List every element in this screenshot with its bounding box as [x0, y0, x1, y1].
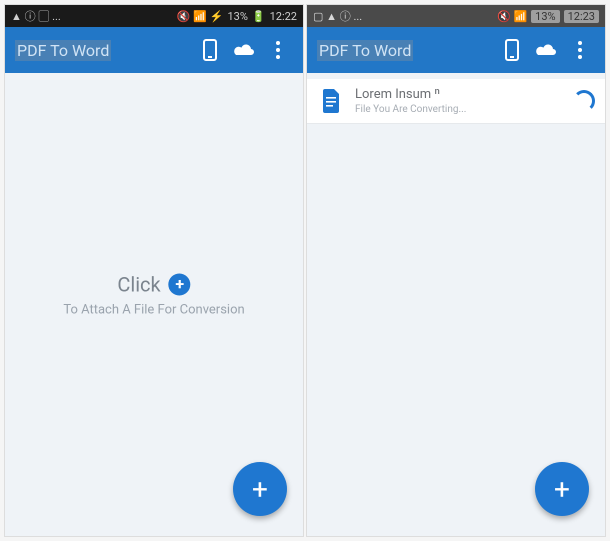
cloud-icon[interactable]	[529, 33, 563, 67]
status-battery: 13%	[227, 10, 247, 23]
more-icon[interactable]	[261, 33, 295, 67]
plus-icon: +	[252, 473, 268, 506]
file-name: Lorem Insum ⁿ	[355, 87, 565, 102]
app-bar: PDF To Word	[5, 27, 303, 73]
phone-screen-converting: ▢ ▲ ⓘ ... 🔇 📶 13% 12:23 PDF To Word	[306, 4, 606, 537]
status-right-icons: 🔇 📶	[497, 10, 527, 23]
plus-icon: +	[554, 473, 570, 506]
document-icon	[317, 87, 345, 115]
file-status: File You Are Converting...	[355, 104, 565, 115]
file-list-item[interactable]: Lorem Insum ⁿ File You Are Converting...	[307, 79, 605, 124]
plus-hint-icon: +	[169, 274, 191, 296]
status-time: 12:23	[564, 10, 599, 23]
empty-state: Click + To Attach A File For Conversion	[63, 273, 244, 318]
add-file-fab[interactable]: +	[233, 462, 287, 516]
status-left-icons: ▲ ⓘ ▢ ...	[11, 8, 61, 24]
status-bar: ▲ ⓘ ▢ ... 🔇 📶 ⚡ 13% 🔋 12:22	[5, 5, 303, 27]
device-icon[interactable]	[495, 33, 529, 67]
app-bar: PDF To Word	[307, 27, 605, 73]
app-title: PDF To Word	[15, 40, 111, 61]
status-bar: ▢ ▲ ⓘ ... 🔇 📶 13% 12:23	[307, 5, 605, 27]
empty-click-label: Click	[117, 273, 160, 297]
file-list: Lorem Insum ⁿ File You Are Converting...	[307, 73, 605, 130]
more-icon[interactable]	[563, 33, 597, 67]
loading-spinner-icon	[573, 90, 595, 112]
device-icon[interactable]	[193, 33, 227, 67]
empty-subtitle: To Attach A File For Conversion	[63, 303, 244, 318]
status-time: 12:22	[270, 10, 297, 23]
content-area: Lorem Insum ⁿ File You Are Converting...…	[307, 73, 605, 536]
phone-screen-empty: ▲ ⓘ ▢ ... 🔇 📶 ⚡ 13% 🔋 12:22 PDF To Word …	[4, 4, 304, 537]
content-area: Click + To Attach A File For Conversion …	[5, 73, 303, 536]
status-battery: 13%	[531, 10, 559, 23]
add-file-fab[interactable]: +	[535, 462, 589, 516]
cloud-icon[interactable]	[227, 33, 261, 67]
battery-icon: 🔋	[252, 10, 266, 23]
app-title: PDF To Word	[317, 40, 413, 61]
status-left-icons: ▢ ▲ ⓘ ...	[313, 8, 362, 24]
status-right-icons: 🔇 📶 ⚡	[177, 10, 224, 23]
